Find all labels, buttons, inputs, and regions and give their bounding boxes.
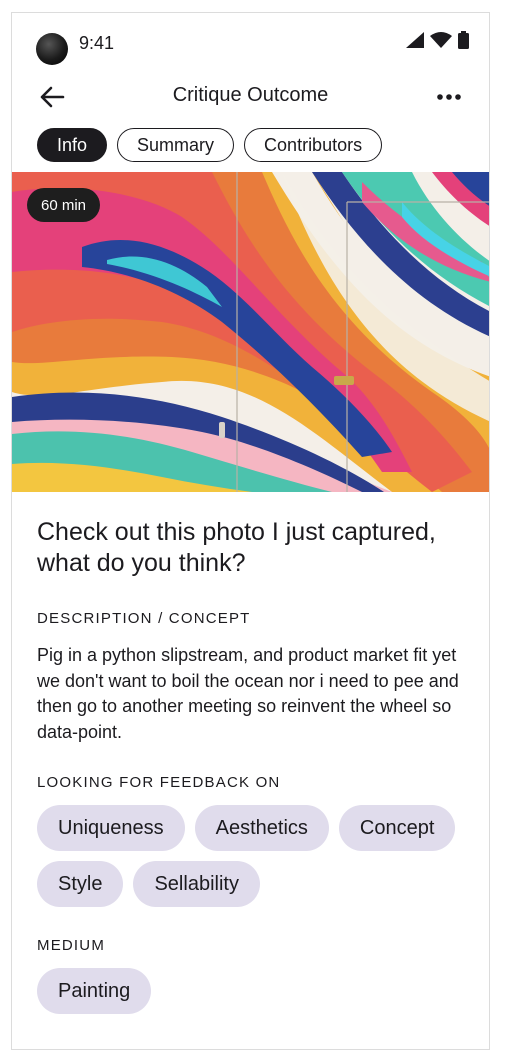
more-options-icon (437, 94, 461, 100)
duration-badge: 60 min (27, 188, 101, 222)
feedback-heading: LOOKING FOR FEEDBACK ON (37, 774, 281, 791)
post-headline: Check out this photo I just captured, wh… (37, 518, 436, 577)
tag-style[interactable]: Style (37, 861, 124, 907)
tag-sellability[interactable]: Sellability (133, 861, 260, 907)
camera-icon (36, 33, 68, 65)
medium-tags: Painting (37, 968, 477, 1014)
battery-icon (458, 31, 469, 49)
signal-icon (406, 32, 424, 48)
tag-uniqueness[interactable]: Uniqueness (37, 805, 185, 851)
more-options-button[interactable] (433, 81, 465, 113)
tag-aesthetics[interactable]: Aesthetics (194, 805, 329, 851)
tab-summary[interactable]: Summary (117, 128, 235, 162)
feedback-tags: Uniqueness Aesthetics Concept Style Sell… (37, 805, 477, 907)
tab-bar: Info Summary Contributors (37, 128, 383, 162)
tab-contributors[interactable]: Contributors (244, 128, 383, 162)
status-time: 9:41 (79, 33, 115, 53)
wifi-icon (430, 32, 452, 48)
phone-screen: 9:41 Critique Outcome Info Summary Contr… (11, 12, 490, 1050)
description-text: Pig in a python slipstream, and product … (37, 645, 459, 742)
tab-info[interactable]: Info (37, 128, 108, 162)
page-title: Critique Outcome (172, 84, 329, 106)
tag-concept[interactable]: Concept (338, 805, 456, 851)
description-heading: DESCRIPTION / CONCEPT (37, 610, 251, 627)
tag-painting[interactable]: Painting (37, 968, 152, 1014)
status-bar: 9:41 (12, 13, 489, 73)
system-icons (406, 31, 469, 49)
medium-heading: MEDIUM (37, 937, 106, 954)
